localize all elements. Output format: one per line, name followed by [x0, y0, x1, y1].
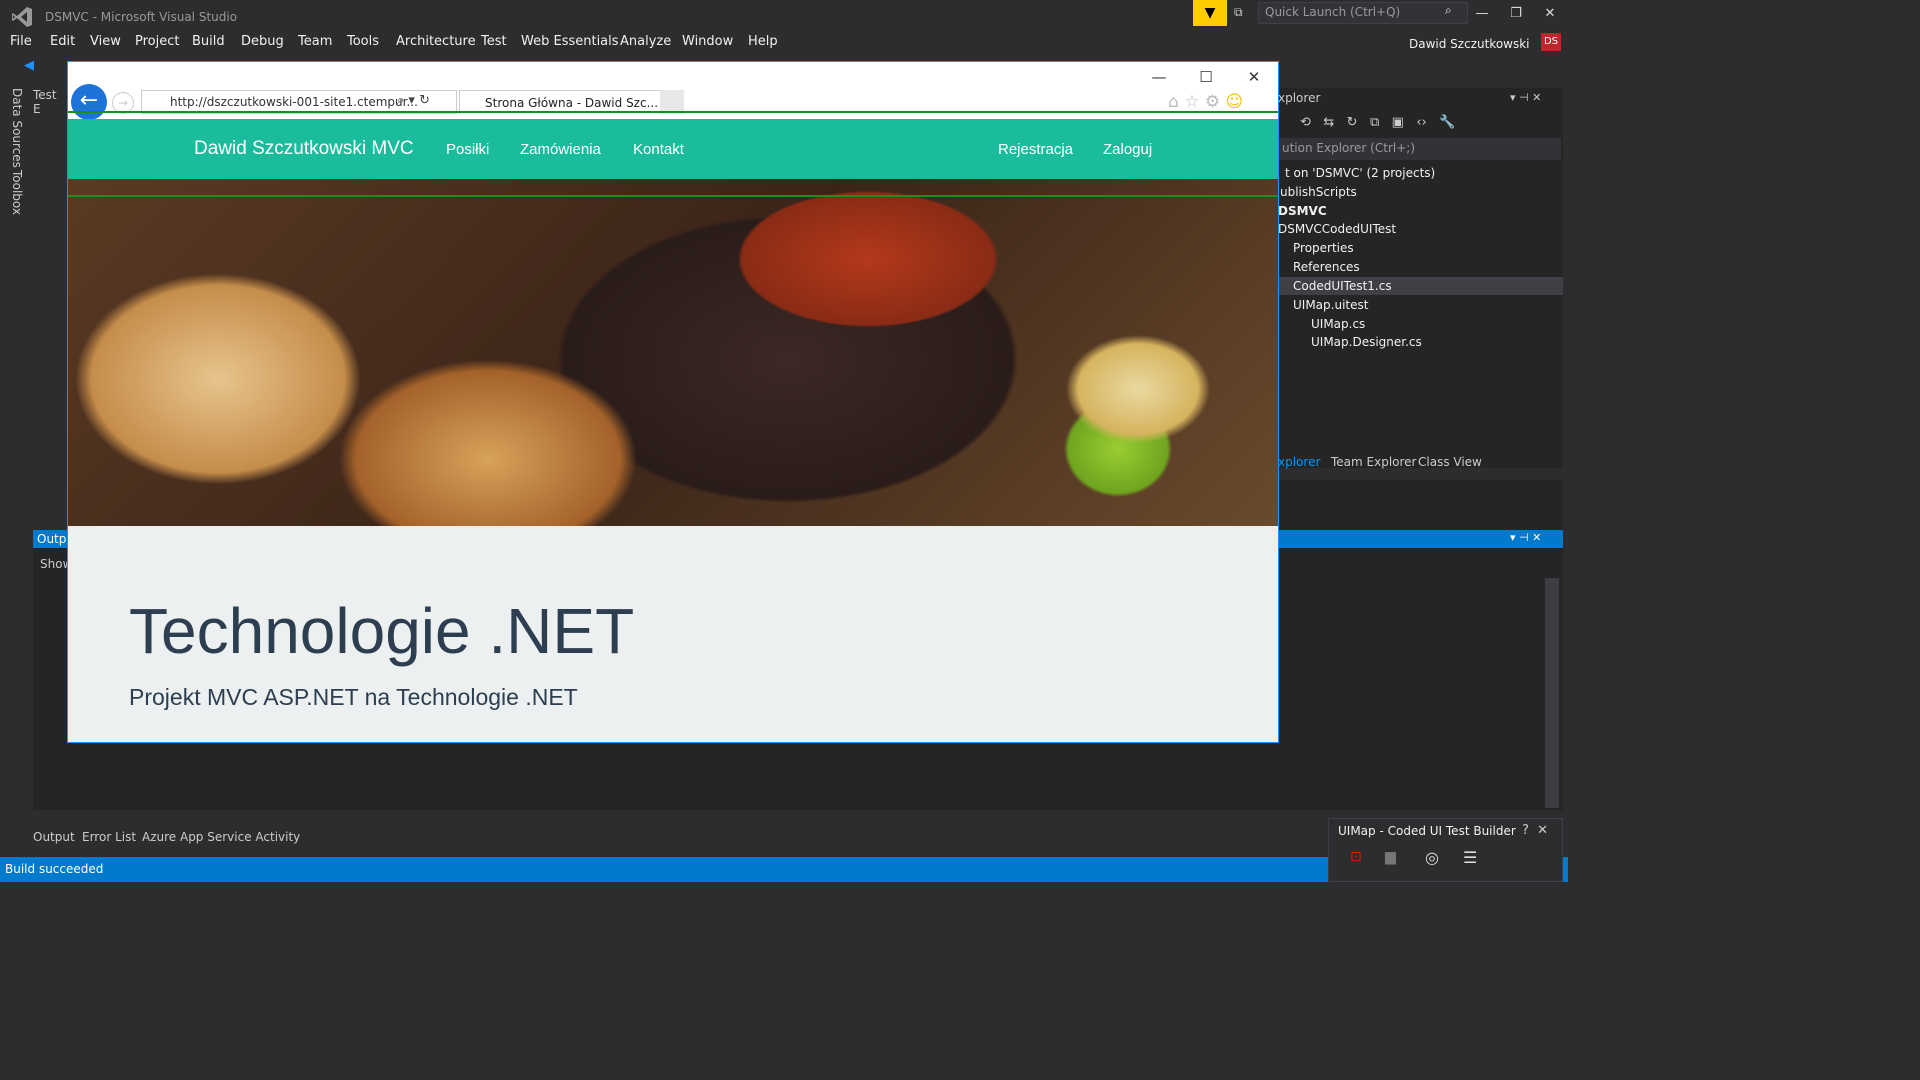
tree-codeduitest1-cs[interactable]: CodedUITest1.cs [1293, 279, 1392, 293]
feedback-icon[interactable]: ⧉ [1234, 5, 1243, 20]
tab-output[interactable]: Output [33, 830, 75, 844]
account-name[interactable]: Dawid Szczutkowski [1409, 37, 1530, 51]
side-tab-data-sources[interactable]: Data Sources [10, 88, 24, 168]
settings-gear-icon[interactable]: ⚙ [1205, 92, 1220, 112]
bottom-tool-tabs: Output Error List Azure App Service Acti… [33, 830, 333, 850]
menu-web-essentials[interactable]: Web Essentials [521, 34, 619, 49]
menu-architecture[interactable]: Architecture [396, 34, 476, 49]
properties-panel [1278, 480, 1563, 530]
side-tab-toolbox[interactable]: Toolbox [10, 170, 24, 215]
menu-test[interactable]: Test [481, 34, 507, 49]
menu-view[interactable]: View [90, 34, 121, 49]
tree-solution[interactable]: t on 'DSMVC' (2 projects) [1285, 166, 1435, 180]
tree-project-codeduitest[interactable]: DSMVCCodedUITest [1278, 222, 1396, 236]
solution-explorer-title: xplorer [1278, 91, 1321, 105]
tab-team-explorer[interactable]: Team Explorer [1331, 455, 1417, 469]
menu-project[interactable]: Project [135, 34, 179, 49]
smiley-feedback-icon[interactable]: ☺ [1226, 92, 1244, 112]
crosshair-icon[interactable]: ◎ [1425, 848, 1439, 867]
view-code-icon[interactable]: ‹› [1416, 115, 1426, 130]
jumbotron-subtitle: Projekt MVC ASP.NET na Technologie .NET [129, 684, 578, 710]
tab-error-list[interactable]: Error List [82, 830, 136, 844]
jumbotron-title: Technologie .NET [129, 595, 635, 667]
tree-references[interactable]: References [1293, 260, 1360, 274]
favorites-star-icon[interactable]: ☆ [1184, 92, 1199, 112]
collapse-all-icon[interactable]: ⧉ [1370, 115, 1379, 130]
menu-analyze[interactable]: Analyze [620, 34, 671, 49]
close-button[interactable]: ✕ [1538, 6, 1562, 21]
left-dock-strip: Data Sources Toolbox [0, 80, 30, 870]
nav-link-posilki[interactable]: Posiłki [446, 141, 489, 158]
nav-link-kontakt[interactable]: Kontakt [633, 141, 684, 158]
tree-project-dsmvc[interactable]: DSMVC [1278, 204, 1327, 218]
menu-edit[interactable]: Edit [50, 34, 75, 49]
panel-menu-icon[interactable]: ▾ ⊣ ✕ [1510, 531, 1541, 544]
menu-bar: File Edit View Project Build Debug Team … [0, 34, 1568, 52]
menu-debug[interactable]: Debug [241, 34, 284, 49]
solution-search-input[interactable]: ution Explorer (Ctrl+;) [1278, 138, 1561, 160]
menu-build[interactable]: Build [192, 34, 225, 49]
minimize-button[interactable]: — [1470, 6, 1494, 21]
navigate-back-icon[interactable]: ◀ [24, 58, 34, 73]
refresh-icon[interactable]: ↻ [1347, 115, 1358, 130]
menu-tools[interactable]: Tools [347, 34, 379, 49]
visual-studio-logo-icon [12, 7, 32, 27]
tree-publish-scripts[interactable]: ublishScripts [1280, 185, 1357, 199]
tab-solution-explorer[interactable]: xplorer [1278, 455, 1320, 469]
properties-wrench-icon[interactable]: 🔧 [1439, 115, 1455, 130]
browser-minimize-button[interactable]: — [1147, 68, 1171, 86]
menu-team[interactable]: Team [298, 34, 332, 49]
notification-filter-button[interactable]: ▼ [1193, 0, 1227, 26]
site-brand[interactable]: Dawid Szczutkowski MVC [194, 138, 414, 160]
home-icon[interactable]: ⌂ [1168, 92, 1179, 112]
search-icon: ⌕ [1445, 3, 1452, 17]
browser-window: ← → http://dszczutkowski-001-site1.ctemp… [67, 61, 1279, 743]
tree-uimap-uitest[interactable]: UIMap.uitest [1293, 298, 1368, 312]
browser-maximize-button[interactable]: ☐ [1194, 68, 1218, 86]
generate-code-icon[interactable]: ☰ [1463, 848, 1477, 867]
history-icon[interactable]: ⟲ [1300, 115, 1311, 130]
help-close-icons[interactable]: ? ✕ [1522, 823, 1548, 838]
menu-file[interactable]: File [10, 34, 32, 49]
show-recorded-steps-icon[interactable]: ▆ [1385, 849, 1396, 865]
hero-food-image [68, 179, 1278, 526]
nav-link-zamowienia[interactable]: Zamówienia [520, 141, 601, 158]
tree-properties[interactable]: Properties [1293, 241, 1354, 255]
record-icon[interactable]: ⊡ [1350, 849, 1362, 865]
browser-toolbar-icons: ⌂ ☆ ⚙ ☺ [1168, 92, 1243, 112]
sync-icon[interactable]: ⇆ [1323, 115, 1334, 130]
tab-azure-activity[interactable]: Azure App Service Activity [142, 830, 300, 844]
address-search-icon[interactable]: ⌕ ▾ ↻ [397, 93, 430, 108]
nav-link-rejestracja[interactable]: Rejestracja [998, 141, 1073, 158]
tab-class-view[interactable]: Class View [1418, 455, 1482, 469]
test-explorer-title: Test E [33, 88, 57, 116]
tree-uimap-designer-cs[interactable]: UIMap.Designer.cs [1311, 335, 1422, 349]
menu-help[interactable]: Help [748, 34, 778, 49]
show-all-files-icon[interactable]: ▣ [1392, 115, 1404, 130]
coded-ui-builder-title: UIMap - Coded UI Test Builder [1338, 824, 1516, 838]
nav-link-zaloguj[interactable]: Zaloguj [1103, 141, 1152, 158]
output-scrollbar[interactable] [1545, 578, 1559, 808]
tree-uimap-cs[interactable]: UIMap.cs [1311, 317, 1365, 331]
menu-window[interactable]: Window [682, 34, 733, 49]
window-title: DSMVC - Microsoft Visual Studio [45, 10, 238, 24]
restore-button[interactable]: ❐ [1504, 6, 1528, 21]
status-text: Build succeeded [5, 862, 104, 876]
browser-close-button[interactable]: ✕ [1242, 68, 1266, 86]
solution-panel-tabs: xplorer Team Explorer Class View [1278, 455, 1563, 473]
funnel-icon: ▼ [1204, 5, 1216, 21]
panel-menu-icon[interactable]: ▾ ⊣ ✕ [1510, 91, 1541, 104]
solution-toolbar: ⟲ ⇆ ↻ ⧉ ▣ ‹› 🔧 [1300, 115, 1455, 130]
avatar[interactable]: DS [1541, 33, 1561, 51]
quick-launch-input[interactable]: Quick Launch (Ctrl+Q) [1258, 2, 1468, 24]
